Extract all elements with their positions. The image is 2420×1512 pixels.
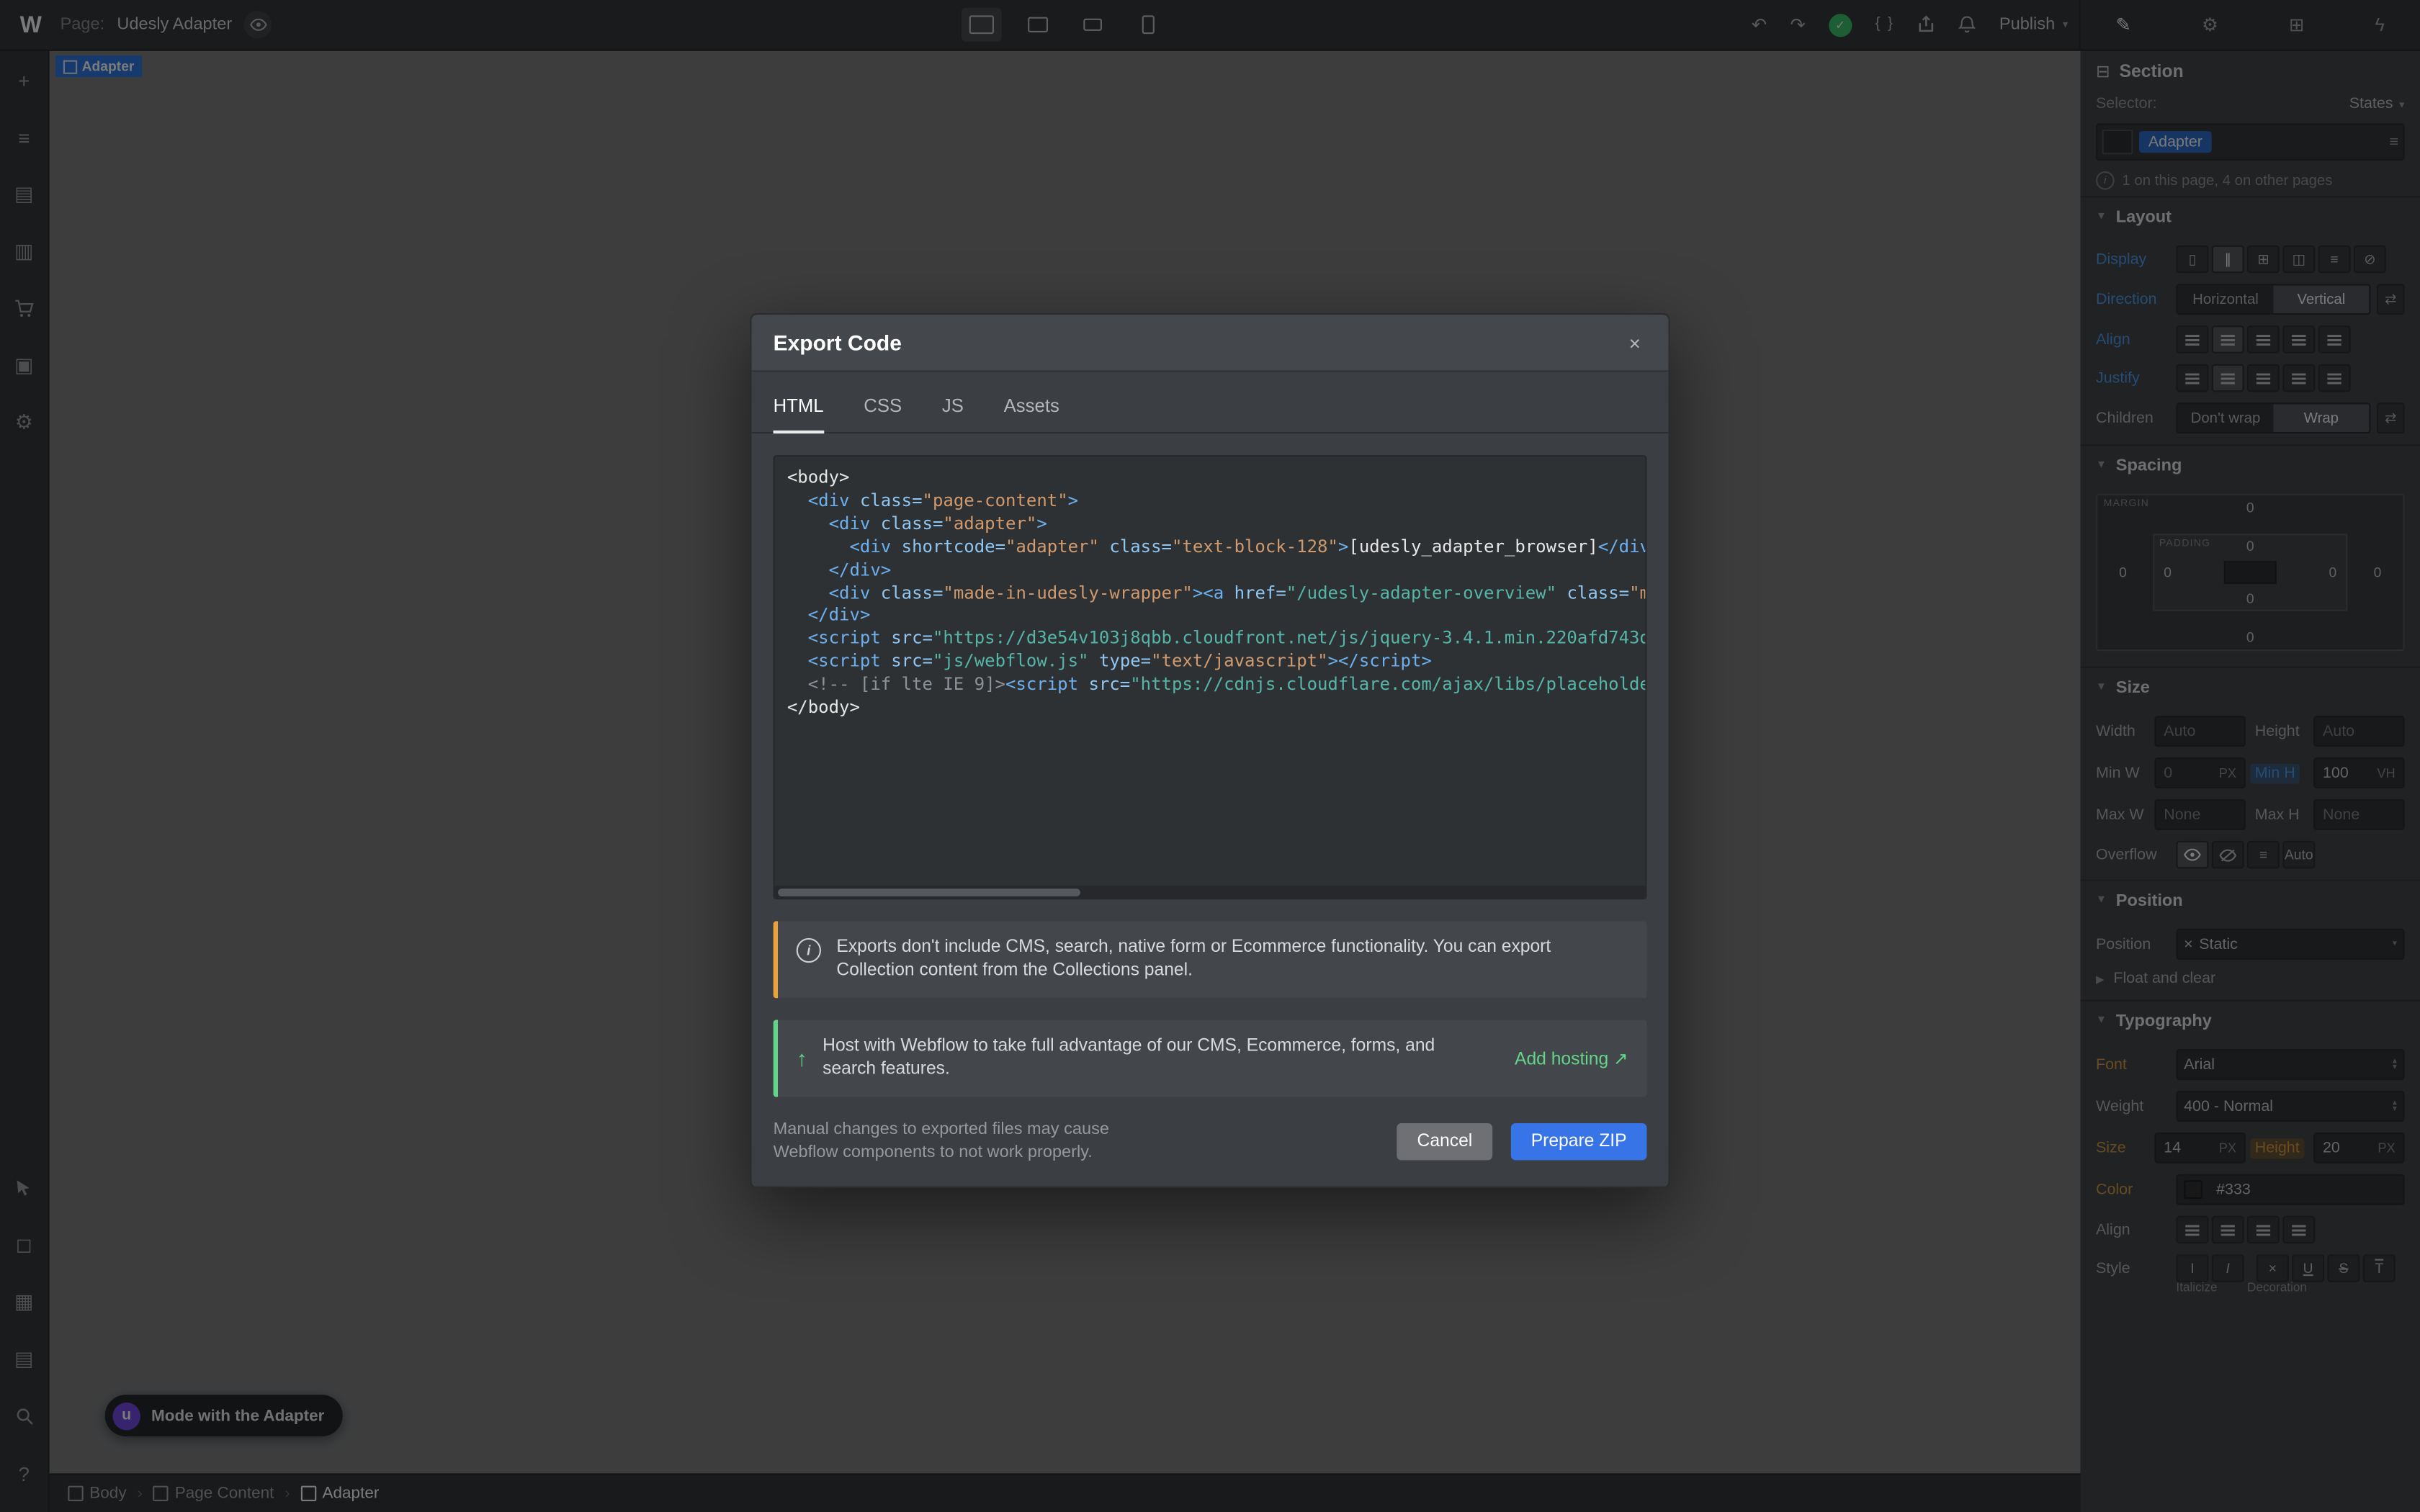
info-icon: i bbox=[797, 938, 821, 963]
tab-assets[interactable]: Assets bbox=[1004, 395, 1059, 432]
add-hosting-link[interactable]: Add hosting ↗ bbox=[1515, 1048, 1628, 1069]
horizontal-scrollbar[interactable] bbox=[775, 886, 1646, 898]
export-limitations-text: Exports don't include CMS, search, nativ… bbox=[836, 937, 1628, 983]
manual-changes-warning: Manual changes to exported files may cau… bbox=[774, 1119, 1175, 1165]
modal-header: Export Code × bbox=[752, 315, 1669, 372]
modal-title: Export Code bbox=[774, 330, 902, 355]
hosting-notice: ↑ Host with Webflow to take full advanta… bbox=[774, 1020, 1647, 1097]
modal-tabs: HTML CSS JS Assets bbox=[752, 372, 1669, 433]
webflow-designer: W Page: Udesly Adapter ↶ ↷ ✓ { } bbox=[0, 0, 2420, 1512]
prepare-zip-button[interactable]: Prepare ZIP bbox=[1511, 1123, 1647, 1160]
close-icon[interactable]: × bbox=[1623, 328, 1646, 357]
hosting-text: Host with Webflow to take full advantage… bbox=[823, 1035, 1471, 1081]
cancel-button[interactable]: Cancel bbox=[1397, 1123, 1492, 1160]
scrollbar-thumb[interactable] bbox=[778, 888, 1080, 896]
arrow-up-icon: ↑ bbox=[797, 1046, 807, 1071]
tab-html[interactable]: HTML bbox=[774, 395, 824, 434]
external-link-icon: ↗ bbox=[1613, 1050, 1628, 1069]
export-code-modal: Export Code × HTML CSS JS Assets <body> <di… bbox=[750, 313, 1670, 1188]
code-area: <body> <div class="page-content"> <div c… bbox=[774, 455, 1647, 899]
code-block[interactable]: <body> <div class="page-content"> <div c… bbox=[774, 455, 1647, 899]
export-limitations-notice: i Exports don't include CMS, search, nat… bbox=[774, 921, 1647, 998]
modal-footer: Manual changes to exported files may cau… bbox=[752, 1097, 1669, 1187]
tab-js[interactable]: JS bbox=[942, 395, 964, 432]
tab-css[interactable]: CSS bbox=[864, 395, 902, 432]
